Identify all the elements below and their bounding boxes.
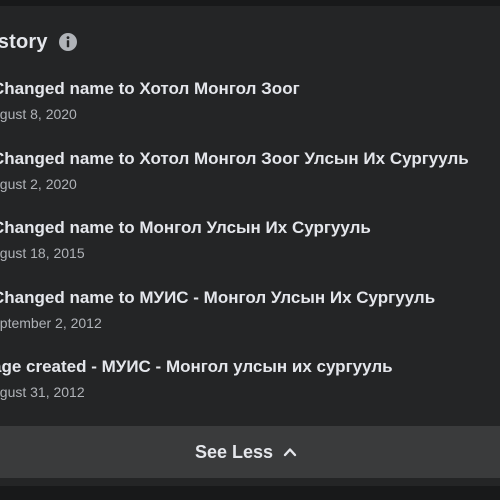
see-less-label: See Less bbox=[194, 441, 274, 462]
history-entry: Changed name to МУИС - Монгол Улсын Их С… bbox=[0, 287, 500, 357]
history-entry: age created - МУИС - Монгол улсын их сур… bbox=[0, 356, 500, 426]
page-background-bottom bbox=[0, 486, 500, 500]
info-icon[interactable] bbox=[58, 32, 78, 52]
history-entry-date: ugust 18, 2015 bbox=[0, 245, 85, 261]
history-entry: Changed name to Монгол Улсын Их Сургууль… bbox=[0, 217, 500, 287]
history-entry-title: age created - МУИС - Монгол улсын их сур… bbox=[0, 357, 393, 376]
history-card: istory Changed name to Хотол Монгол Зоог… bbox=[0, 6, 500, 486]
history-entry-title: Changed name to Хотол Монгол Зоог Улсын … bbox=[0, 148, 469, 168]
history-entry-date: eptember 2, 2012 bbox=[0, 314, 102, 331]
history-list: Changed name to Хотол Монгол Зоог ugust … bbox=[0, 78, 500, 426]
see-less-button[interactable]: See Less bbox=[0, 426, 500, 478]
history-header: istory bbox=[0, 28, 78, 56]
history-entry: Changed name to Хотол Монгол Зоог Улсын … bbox=[0, 148, 500, 218]
history-entry: Changed name to Хотол Монгол Зоог ugust … bbox=[0, 78, 500, 148]
chevron-up-icon bbox=[283, 445, 297, 459]
history-entry-date: ugust 31, 2012 bbox=[0, 384, 85, 400]
history-entry-title: Changed name to МУИС - Монгол Улсын Их С… bbox=[0, 287, 436, 307]
history-entry-title: Changed name to Хотол Монгол Зоог bbox=[0, 79, 300, 98]
history-entry-date: ugust 8, 2020 bbox=[0, 106, 77, 122]
history-entry-date: ugust 2, 2020 bbox=[0, 175, 77, 192]
history-entry-title: Changed name to Монгол Улсын Их Сургууль bbox=[0, 218, 371, 237]
history-title: istory bbox=[0, 30, 48, 53]
